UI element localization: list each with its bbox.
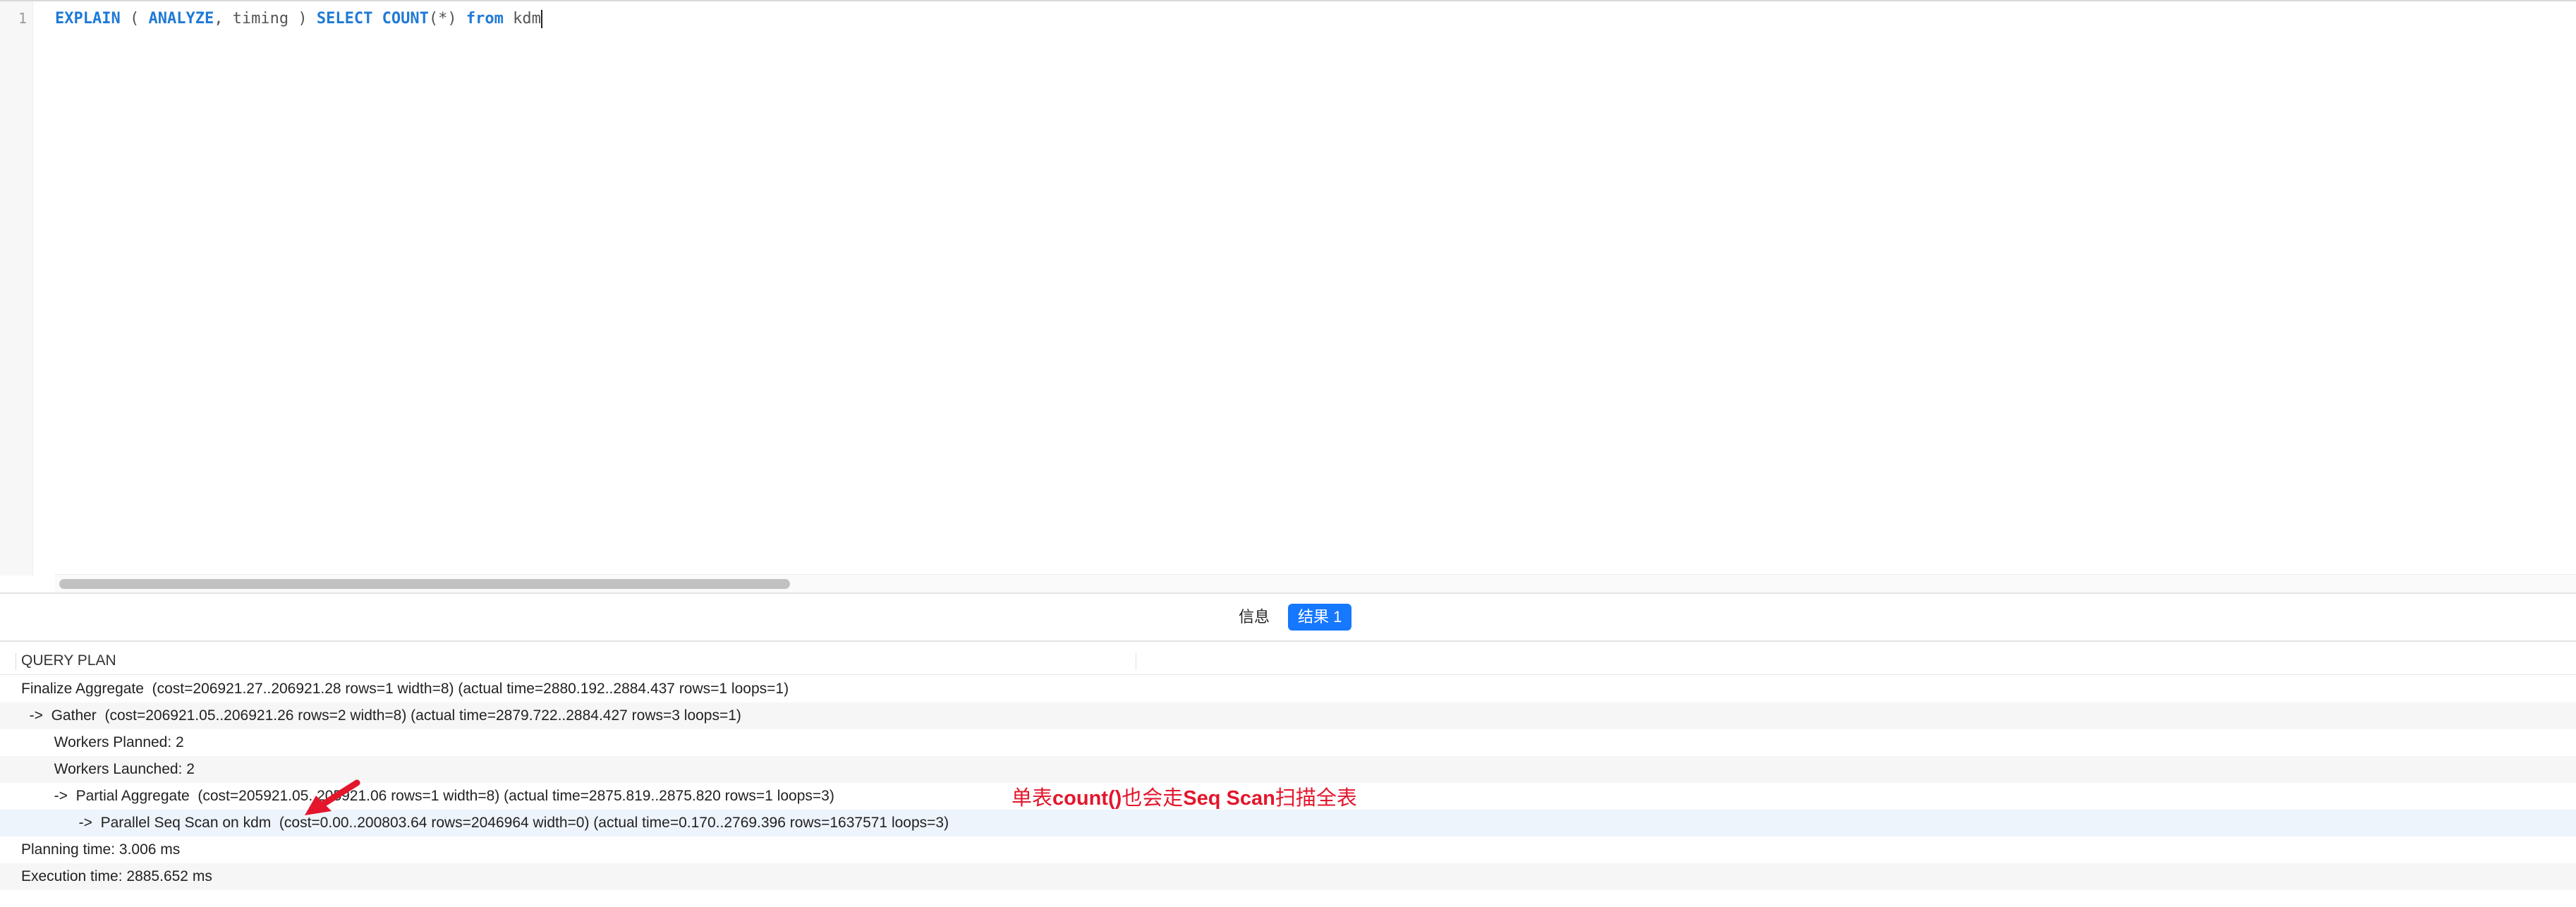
tab-info[interactable]: 信息 (1229, 604, 1280, 631)
keyword-analyze: ANALYZE (148, 10, 214, 28)
keyword-explain: EXPLAIN (55, 10, 121, 28)
table-row[interactable]: Workers Launched: 2 (0, 756, 2576, 783)
sql-editor[interactable]: 1 EXPLAIN ( ANALYZE, timing ) SELECT COU… (0, 0, 2576, 595)
annotation-text-4: Seq Scan (1183, 787, 1275, 810)
table-cell: Execution time: 2885.652 ms (21, 868, 212, 884)
code-line[interactable]: EXPLAIN ( ANALYZE, timing ) SELECT COUNT… (55, 8, 542, 30)
annotation-text-5: 扫描全表 (1275, 787, 1357, 810)
table-cell: -> Parallel Seq Scan on kdm (cost=0.00..… (21, 815, 949, 831)
annotation-text-3: 也会走 (1122, 787, 1184, 810)
table-row[interactable]: Planning time: 3.006 ms (0, 836, 2576, 863)
table-row[interactable]: Workers Planned: 2 (0, 729, 2576, 756)
keyword-from: from (466, 10, 504, 28)
token-timing: , timing ) (214, 10, 317, 28)
table-cell: -> Partial Aggregate (cost=205921.05..20… (21, 788, 834, 804)
annotation-text-1: 单表 (1011, 787, 1053, 810)
table-cell: Workers Launched: 2 (21, 761, 195, 777)
annotation-text-2: count() (1052, 787, 1122, 810)
table-cell: -> Gather (cost=206921.05..206921.26 row… (21, 707, 741, 724)
annotation-note: 单表count()也会走Seq Scan扫描全表 (1011, 781, 1357, 811)
horizontal-scrollbar[interactable] (55, 574, 2576, 595)
keyword-count: COUNT (382, 10, 429, 28)
token-star: (*) (428, 10, 457, 28)
table-cell: Planning time: 3.006 ms (21, 841, 181, 858)
column-header-query-plan[interactable]: QUERY PLAN (21, 647, 116, 674)
result-grid: QUERY PLAN Finalize Aggregate (cost=2069… (0, 642, 2576, 907)
line-number-gutter: 1 (0, 1, 33, 576)
table-cell: Workers Planned: 2 (21, 734, 184, 750)
text-cursor (540, 10, 542, 28)
scrollbar-thumb[interactable] (59, 579, 790, 589)
token-table-name: kdm (503, 10, 541, 28)
line-number: 1 (18, 10, 27, 27)
keyword-select: SELECT (316, 10, 373, 28)
table-row[interactable]: -> Gather (cost=206921.05..206921.26 row… (0, 702, 2576, 729)
grid-header: QUERY PLAN (0, 647, 2576, 675)
tab-result-1[interactable]: 结果 1 (1288, 604, 1352, 631)
token-paren-open: ( (120, 10, 149, 28)
table-cell: Finalize Aggregate (cost=206921.27..2069… (21, 681, 789, 697)
table-row[interactable]: Execution time: 2885.652 ms (0, 863, 2576, 890)
app-window: 1 EXPLAIN ( ANALYZE, timing ) SELECT COU… (0, 0, 2576, 907)
result-tab-bar: 信息 结果 1 (0, 594, 2576, 642)
table-row[interactable]: Finalize Aggregate (cost=206921.27..2069… (0, 676, 2576, 702)
table-row[interactable]: -> Parallel Seq Scan on kdm (cost=0.00..… (0, 810, 2576, 836)
